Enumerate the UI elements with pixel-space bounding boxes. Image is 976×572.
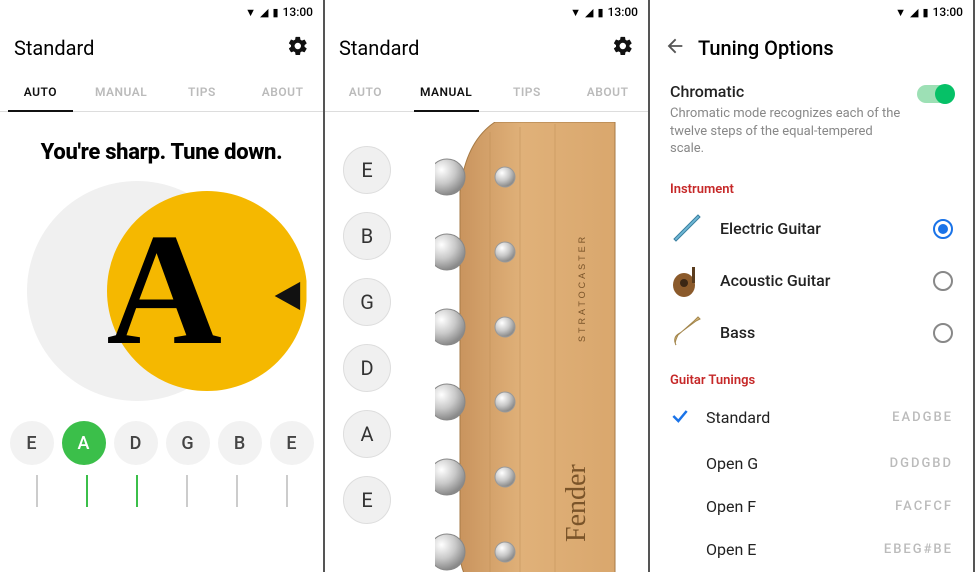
string-button-g[interactable]: G	[166, 421, 210, 465]
tick-scale	[12, 475, 312, 511]
page-title: Standard	[339, 36, 600, 60]
string-button-e-high[interactable]: E	[270, 421, 314, 465]
svg-text:STRATOCASTER: STRATOCASTER	[577, 234, 587, 342]
tab-about[interactable]: ABOUT	[242, 72, 323, 111]
tuning-notes: EBEG#BE	[884, 542, 953, 557]
radio-button[interactable]	[933, 323, 953, 343]
signal-down-icon: ▼	[570, 6, 581, 19]
current-note: A	[107, 209, 223, 369]
page-title: Tuning Options	[698, 36, 959, 60]
tuning-open-f[interactable]: Open F FACFCF	[650, 485, 973, 528]
guitar-headstock-icon: Fender STRATOCASTER	[435, 122, 650, 572]
tuning-name: Open G	[706, 454, 876, 473]
tabs: AUTO MANUAL TIPS ABOUT	[0, 72, 323, 112]
tab-about[interactable]: ABOUT	[567, 72, 648, 111]
radio-button[interactable]	[933, 219, 953, 239]
acoustic-guitar-icon	[670, 263, 706, 299]
signal-icon: ◢	[260, 6, 268, 19]
status-bar: ▼ ◢ ▮ 13:00	[325, 0, 648, 24]
tuning-open-g[interactable]: Open G DGDGBD	[650, 442, 973, 485]
string-button-d[interactable]: D	[114, 421, 158, 465]
pointer-icon	[269, 279, 303, 317]
tuning-standard[interactable]: Standard EADGBE	[650, 394, 973, 442]
string-button-e-low[interactable]: E	[10, 421, 54, 465]
tuning-name: Open F	[706, 497, 881, 516]
gear-icon[interactable]	[287, 35, 309, 61]
peg-button-b[interactable]: B	[343, 212, 391, 260]
status-bar: ▼ ◢ ▮ 13:00	[650, 0, 973, 24]
status-bar: ▼ ◢ ▮ 13:00	[0, 0, 323, 24]
tuning-notes: FACFCF	[895, 499, 953, 514]
instrument-electric-guitar[interactable]: Electric Guitar	[650, 203, 973, 255]
status-time: 13:00	[608, 5, 638, 19]
tunings-header: Guitar Tunings	[650, 359, 973, 394]
tick-active	[86, 475, 88, 507]
tuning-open-e[interactable]: Open E EBEG#BE	[650, 528, 973, 571]
page-title: Standard	[14, 36, 275, 60]
bass-guitar-icon	[670, 315, 706, 351]
electric-guitar-icon	[670, 211, 706, 247]
status-time: 13:00	[933, 5, 963, 19]
app-bar: Tuning Options	[650, 24, 973, 72]
string-selector: E A D G B E	[10, 421, 314, 465]
battery-icon: ▮	[597, 6, 603, 19]
instrument-bass[interactable]: Bass	[650, 307, 973, 359]
peg-button-g[interactable]: G	[343, 278, 391, 326]
options-body: Chromatic Chromatic mode recognizes each…	[650, 72, 973, 572]
instrument-label: Acoustic Guitar	[720, 271, 919, 290]
tab-manual[interactable]: MANUAL	[81, 72, 162, 111]
chromatic-desc: Chromatic mode recognizes each of the tw…	[670, 105, 905, 158]
tick	[186, 475, 188, 507]
tuning-name: Standard	[706, 408, 878, 427]
tab-tips[interactable]: TIPS	[487, 72, 568, 111]
instrument-label: Bass	[720, 323, 919, 342]
signal-down-icon: ▼	[895, 6, 906, 19]
tuner-body: You're sharp. Tune down. A E A D G B E	[0, 112, 323, 572]
tabs: AUTO MANUAL TIPS ABOUT	[325, 72, 648, 112]
screen-auto-tuner: ▼ ◢ ▮ 13:00 Standard AUTO MANUAL TIPS AB…	[0, 0, 325, 572]
signal-icon: ◢	[910, 6, 918, 19]
status-time: 13:00	[283, 5, 313, 19]
tick	[36, 475, 38, 507]
manual-body: E B G D A E	[325, 112, 648, 572]
instrument-acoustic-guitar[interactable]: Acoustic Guitar	[650, 255, 973, 307]
peg-button-a[interactable]: A	[343, 410, 391, 458]
chromatic-toggle[interactable]	[917, 85, 953, 103]
screen-tuning-options: ▼ ◢ ▮ 13:00 Tuning Options Chromatic Chr…	[650, 0, 975, 572]
peg-button-e-low[interactable]: E	[343, 476, 391, 524]
peg-button-d[interactable]: D	[343, 344, 391, 392]
signal-down-icon: ▼	[245, 6, 256, 19]
screen-manual-tuner: ▼ ◢ ▮ 13:00 Standard AUTO MANUAL TIPS AB…	[325, 0, 650, 572]
tuning-name: Open E	[706, 540, 870, 559]
tuning-dial: A	[27, 181, 297, 401]
instrument-label: Electric Guitar	[720, 219, 919, 238]
peg-column: E B G D A E	[325, 112, 405, 572]
tab-tips[interactable]: TIPS	[162, 72, 243, 111]
instrument-header: Instrument	[650, 168, 973, 203]
chromatic-label: Chromatic	[670, 82, 905, 101]
svg-text:Fender: Fender	[561, 464, 592, 542]
tuning-notes: DGDGBD	[890, 456, 953, 471]
tuning-message: You're sharp. Tune down.	[41, 140, 283, 165]
app-bar: Standard	[325, 24, 648, 72]
tab-auto[interactable]: AUTO	[325, 72, 406, 111]
check-icon	[670, 411, 690, 430]
battery-icon: ▮	[922, 6, 928, 19]
tab-manual[interactable]: MANUAL	[406, 72, 487, 111]
chromatic-row[interactable]: Chromatic Chromatic mode recognizes each…	[650, 72, 973, 168]
tick	[236, 475, 238, 507]
tick-active	[136, 475, 138, 507]
app-bar: Standard	[0, 24, 323, 72]
tab-auto[interactable]: AUTO	[0, 72, 81, 111]
gear-icon[interactable]	[612, 35, 634, 61]
battery-icon: ▮	[272, 6, 278, 19]
string-button-b[interactable]: B	[218, 421, 262, 465]
radio-button[interactable]	[933, 271, 953, 291]
tick	[286, 475, 288, 507]
back-icon[interactable]	[664, 35, 686, 61]
tuning-notes: EADGBE	[892, 410, 953, 425]
signal-icon: ◢	[585, 6, 593, 19]
string-button-a[interactable]: A	[62, 421, 106, 465]
peg-button-e-high[interactable]: E	[343, 146, 391, 194]
